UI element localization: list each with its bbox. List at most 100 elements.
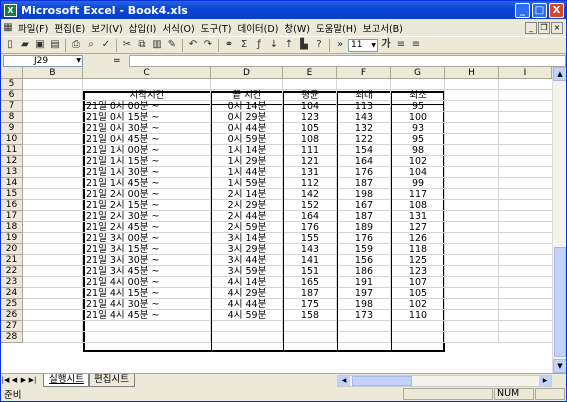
gridline — [23, 100, 552, 101]
help-icon[interactable]: ? — [312, 38, 326, 52]
print-preview-icon[interactable]: ⌕ — [84, 38, 98, 52]
menu-file[interactable]: 파일(F) — [15, 21, 51, 35]
scroll-left-icon[interactable]: ◀ — [338, 376, 350, 386]
vertical-scrollbar[interactable]: ▲ ▼ — [552, 67, 566, 373]
bold-button[interactable]: 가 — [379, 38, 393, 52]
redo-icon[interactable]: ↷ — [201, 38, 215, 52]
menu-help[interactable]: 도움말(H) — [313, 21, 360, 35]
row-header[interactable]: 6 — [1, 90, 23, 101]
save-icon[interactable]: ▣ — [33, 38, 47, 52]
horizontal-scroll-thumb[interactable] — [352, 376, 412, 386]
spelling-icon[interactable]: ✓ — [99, 38, 113, 52]
last-sheet-icon[interactable]: ▶| — [28, 375, 37, 386]
sheet-tab-edit[interactable]: 편집시트 — [87, 374, 135, 387]
menu-tools[interactable]: 도구(T) — [198, 21, 235, 35]
column-header[interactable]: I — [499, 67, 552, 79]
worksheet-grid[interactable]: BCDEFGHI 5 6 7 8 9 10 11 12 13 14 15 16 17 18 19 20 21 22… — [1, 67, 566, 373]
row-header[interactable]: 5 — [1, 79, 23, 90]
column-header[interactable]: E — [283, 67, 337, 79]
open-folder-icon[interactable]: ▰ — [18, 38, 32, 52]
row-header[interactable]: 14 — [1, 178, 23, 189]
status-bar: 준비 NUM — [1, 387, 566, 401]
vertical-scroll-thumb[interactable] — [554, 247, 566, 357]
row-header[interactable]: 7 — [1, 101, 23, 112]
row-header[interactable]: 18 — [1, 222, 23, 233]
workbook-icon[interactable]: ▦ — [1, 21, 15, 35]
formula-input[interactable] — [128, 54, 566, 67]
column-header[interactable]: B — [23, 67, 83, 79]
row-header[interactable]: 17 — [1, 211, 23, 222]
row-header[interactable]: 20 — [1, 244, 23, 255]
row-header[interactable]: 16 — [1, 200, 23, 211]
title-bar[interactable]: X Microsoft Excel - Book4.xls _ □ X — [1, 1, 566, 19]
workbook-minimize-button[interactable]: _ — [525, 21, 537, 34]
name-box[interactable]: J29 — [3, 54, 83, 67]
paste-icon[interactable]: ▥ — [150, 38, 164, 52]
column-header[interactable]: C — [83, 67, 211, 79]
format-painter-icon[interactable]: ✎ — [165, 38, 179, 52]
font-size-select[interactable]: 11 — [348, 38, 378, 52]
row-header[interactable]: 25 — [1, 299, 23, 310]
row-header[interactable]: 22 — [1, 266, 23, 277]
excel-window: X Microsoft Excel - Book4.xls _ □ X ▦ 파일… — [0, 0, 567, 402]
permission-icon[interactable]: ▤ — [48, 38, 62, 52]
workbook-close-button[interactable]: × — [551, 21, 563, 34]
more-buttons-icon[interactable]: » — [333, 38, 347, 52]
align-left-button[interactable]: ≡ — [394, 38, 408, 52]
sort-ascending-icon[interactable]: ↓ — [267, 38, 281, 52]
menu-view[interactable]: 보기(V) — [88, 21, 125, 35]
row-header[interactable]: 11 — [1, 145, 23, 156]
maximize-button[interactable]: □ — [532, 2, 547, 18]
sort-descending-icon[interactable]: ↑ — [282, 38, 296, 52]
workbook-restore-button[interactable]: ❐ — [538, 21, 550, 34]
prev-sheet-icon[interactable]: ◀ — [10, 375, 19, 386]
menu-edit[interactable]: 편집(E) — [51, 21, 88, 35]
row-header[interactable]: 12 — [1, 156, 23, 167]
menu-data[interactable]: 데이터(D) — [234, 21, 281, 35]
close-button[interactable]: X — [549, 2, 564, 18]
horizontal-scrollbar[interactable]: ◀ ▶ — [337, 375, 552, 387]
column-header[interactable]: F — [337, 67, 391, 79]
row-header[interactable]: 9 — [1, 123, 23, 134]
row-header[interactable]: 23 — [1, 277, 23, 288]
undo-icon[interactable]: ↶ — [186, 38, 200, 52]
print-icon[interactable]: ⎙ — [69, 38, 83, 52]
row-header[interactable]: 26 — [1, 310, 23, 321]
row-header[interactable]: 8 — [1, 112, 23, 123]
function-icon[interactable]: ƒ — [252, 38, 266, 52]
row-header[interactable]: 28 — [1, 332, 23, 343]
row-header[interactable]: 13 — [1, 167, 23, 178]
autosum-icon[interactable]: Σ — [237, 38, 251, 52]
gridline — [23, 144, 552, 145]
next-sheet-icon[interactable]: ▶ — [19, 375, 28, 386]
copy-icon[interactable]: ⧉ — [135, 38, 149, 52]
scroll-down-icon[interactable]: ▼ — [553, 359, 566, 373]
chart-wizard-icon[interactable]: ▙ — [297, 38, 311, 52]
gridline — [23, 309, 552, 310]
menu-insert[interactable]: 삽입(I) — [126, 21, 160, 35]
row-header[interactable]: 10 — [1, 134, 23, 145]
row-header[interactable]: 15 — [1, 189, 23, 200]
row-header[interactable]: 27 — [1, 321, 23, 332]
new-file-icon[interactable]: ▯ — [3, 38, 17, 52]
select-all-corner[interactable] — [1, 67, 23, 79]
scroll-up-icon[interactable]: ▲ — [553, 67, 566, 81]
align-center-button[interactable]: ≡ — [409, 38, 423, 52]
first-sheet-icon[interactable]: |◀ — [1, 375, 10, 386]
row-header[interactable]: 21 — [1, 255, 23, 266]
formula-fx-label: = — [113, 55, 121, 66]
menu-report[interactable]: 보고서(B) — [360, 21, 406, 35]
menu-window[interactable]: 창(W) — [281, 21, 313, 35]
minimize-button[interactable]: _ — [515, 2, 530, 18]
column-headers: BCDEFGHI — [1, 67, 552, 79]
menu-format[interactable]: 서식(O) — [159, 21, 197, 35]
sheet-tab-run[interactable]: 실행시트 — [43, 374, 90, 387]
cut-icon[interactable]: ✂ — [120, 38, 134, 52]
scroll-right-icon[interactable]: ▶ — [539, 376, 551, 386]
hyperlink-icon[interactable]: ⚭ — [222, 38, 236, 52]
column-header[interactable]: G — [391, 67, 445, 79]
row-header[interactable]: 24 — [1, 288, 23, 299]
row-header[interactable]: 19 — [1, 233, 23, 244]
column-header[interactable]: D — [211, 67, 283, 79]
column-header[interactable]: H — [445, 67, 499, 79]
